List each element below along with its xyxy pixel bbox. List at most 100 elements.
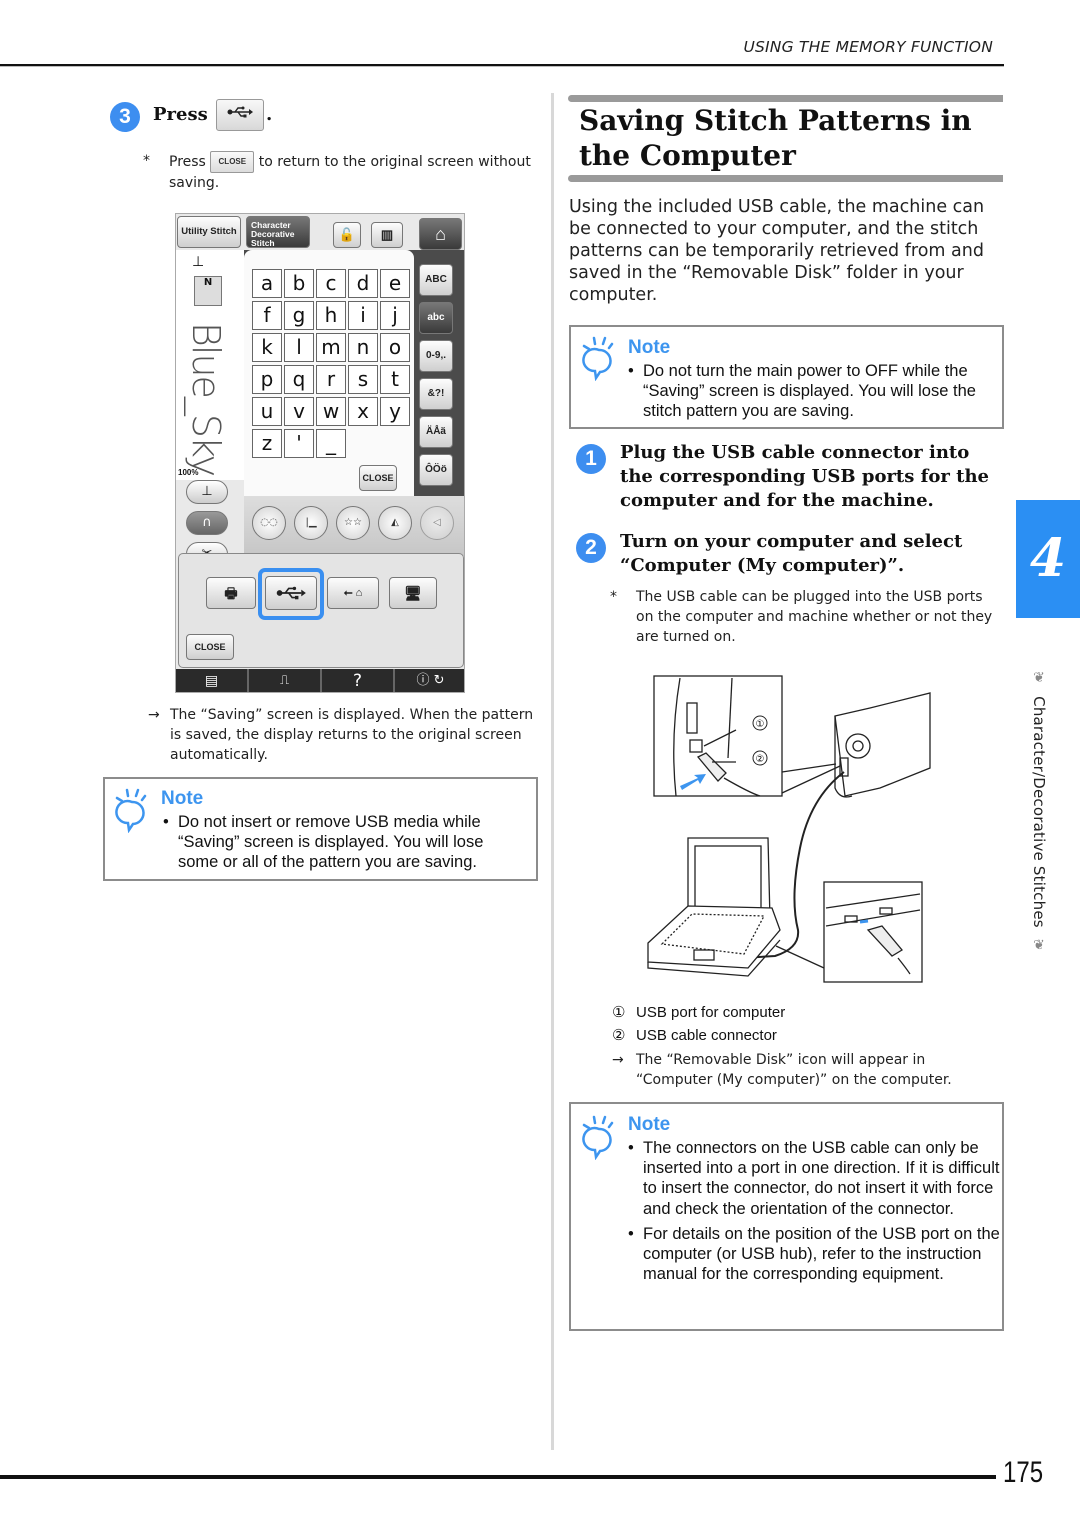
reverse-icon: ∩ bbox=[202, 515, 212, 530]
key-apostrophe[interactable]: ' bbox=[284, 429, 314, 458]
category-button-3[interactable]: &?! bbox=[419, 378, 453, 410]
key-v[interactable]: v bbox=[284, 397, 314, 426]
note-title: Note bbox=[161, 788, 204, 809]
key-a[interactable]: a bbox=[252, 269, 282, 298]
help-button[interactable]: ? bbox=[322, 669, 395, 692]
note-list: Do not insert or remove USB media while … bbox=[163, 812, 523, 878]
footer-rule bbox=[0, 1475, 996, 1479]
step-1-instruction: Plug the USB cable connector into the co… bbox=[620, 442, 989, 511]
key-u[interactable]: u bbox=[252, 397, 282, 426]
callout-1-label: ① bbox=[756, 719, 765, 730]
key-o[interactable]: o bbox=[380, 333, 410, 362]
edit-button-5[interactable]: ◁ bbox=[420, 506, 454, 540]
home-button[interactable]: ⌂ bbox=[419, 218, 462, 250]
pattern-preview: ⊥ N Blue_Sky bbox=[176, 250, 244, 480]
key-y[interactable]: y bbox=[380, 397, 410, 426]
step-3-tip: * Press CLOSE to return to the original … bbox=[143, 151, 543, 193]
computer-usb-icon: 🖥 bbox=[404, 585, 422, 601]
note-title: Note bbox=[628, 1114, 671, 1135]
legend-text: USB cable connector bbox=[636, 1027, 777, 1044]
note-item: Do not insert or remove USB media while … bbox=[163, 812, 523, 873]
machine-bottom-bar: ▤ ⎍ ? ⓘ ↻ bbox=[176, 669, 464, 692]
key-z[interactable]: z bbox=[252, 429, 282, 458]
book-icon: ▥ bbox=[380, 227, 394, 242]
edit-button-1[interactable]: ◌◌ bbox=[252, 506, 286, 540]
category-button-1[interactable]: abc bbox=[419, 302, 453, 334]
save-destination-popup: 🖶 ⭠ ⌂ 🖥 CLOSE bbox=[178, 553, 464, 668]
tab-utility-stitch[interactable]: Utility Stitch bbox=[177, 216, 241, 248]
step-3-label: Press bbox=[153, 104, 208, 125]
asterisk-mark: * bbox=[610, 589, 617, 605]
key-l[interactable]: l bbox=[284, 333, 314, 362]
note-box-connectors: Note The connectors on the USB cable can… bbox=[569, 1102, 1004, 1331]
key-d[interactable]: d bbox=[348, 269, 378, 298]
usb-save-button-inline bbox=[216, 99, 265, 131]
section-top-bar bbox=[568, 95, 1003, 102]
save-to-machine-button[interactable]: 🖶 bbox=[206, 577, 256, 609]
edit-button-3[interactable]: ☆☆ bbox=[336, 506, 370, 540]
lightbulb-note-icon bbox=[115, 788, 147, 833]
key-t[interactable]: t bbox=[380, 365, 410, 394]
lightbulb-note-icon bbox=[582, 336, 614, 381]
lightbulb-note-icon bbox=[582, 1115, 614, 1160]
zoom-label: 100% bbox=[178, 468, 199, 477]
step-2-instruction: Turn on your computer and select “Comput… bbox=[620, 531, 963, 576]
legend-text: USB port for computer bbox=[636, 1004, 786, 1021]
key-k[interactable]: k bbox=[252, 333, 282, 362]
legend-item: ① USB port for computer bbox=[612, 1001, 1002, 1024]
category-button-2[interactable]: 0-9,. bbox=[419, 340, 453, 372]
key-g[interactable]: g bbox=[284, 301, 314, 330]
note-list: The connectors on the USB cable can only… bbox=[628, 1138, 1000, 1289]
result-text: The “Saving” screen is displayed. When t… bbox=[170, 707, 534, 763]
save-to-usb-mouse-button[interactable]: ⭠ ⌂ bbox=[327, 577, 379, 609]
save-to-computer-button[interactable]: 🖥 bbox=[389, 577, 437, 609]
usb-icon bbox=[227, 106, 254, 118]
reverse-button[interactable]: ∩ bbox=[186, 511, 228, 535]
note-box-usb-media: Note Do not insert or remove USB media w… bbox=[103, 777, 538, 881]
chapter-title: Character/Decorative Stitches bbox=[1030, 696, 1048, 928]
header-rule bbox=[0, 64, 1004, 67]
settings-button[interactable]: ⓘ ↻ bbox=[395, 669, 464, 692]
page-button[interactable]: ▤ bbox=[176, 669, 249, 692]
step-2-tip: * The USB cable can be plugged into the … bbox=[610, 587, 1000, 647]
usb-connection-illustration: ① ② bbox=[647, 675, 931, 983]
lock-button[interactable]: 🔓 bbox=[333, 222, 361, 248]
page-icon: ▤ bbox=[204, 673, 219, 689]
presser-foot-button[interactable]: ⊥ bbox=[186, 480, 228, 504]
category-button-0[interactable]: ABC bbox=[419, 264, 453, 296]
note-title: Note bbox=[628, 337, 671, 358]
result-text: The “Removable Disk” icon will appear in… bbox=[636, 1052, 952, 1088]
key-b[interactable]: b bbox=[284, 269, 314, 298]
machine-button[interactable]: ⎍ bbox=[249, 669, 322, 692]
key-e[interactable]: e bbox=[380, 269, 410, 298]
key-p[interactable]: p bbox=[252, 365, 282, 394]
key-r[interactable]: r bbox=[316, 365, 346, 394]
chapter-tab[interactable]: 4 bbox=[1016, 500, 1080, 618]
key-j[interactable]: j bbox=[380, 301, 410, 330]
key-c[interactable]: c bbox=[316, 269, 346, 298]
key-w[interactable]: w bbox=[316, 397, 346, 426]
edit-button-2[interactable]: |▁ bbox=[294, 506, 328, 540]
save-to-usb-button[interactable] bbox=[265, 576, 317, 610]
close-button-inline: CLOSE bbox=[210, 151, 255, 173]
mirror-button[interactable]: ◭ bbox=[378, 506, 412, 540]
insert-arrow-icon-2 bbox=[859, 919, 869, 924]
key-q[interactable]: q bbox=[284, 365, 314, 394]
book-button[interactable]: ▥ bbox=[371, 222, 403, 248]
machine-memory-icon: 🖶 bbox=[224, 585, 238, 601]
category-button-5[interactable]: ÔÖö bbox=[419, 454, 453, 486]
note-list: Do not turn the main power to OFF while … bbox=[628, 361, 998, 427]
category-button-4[interactable]: ÄÅä bbox=[419, 416, 453, 448]
legend-mark: ① bbox=[612, 1004, 626, 1021]
key-i[interactable]: i bbox=[348, 301, 378, 330]
popup-close-button[interactable]: CLOSE bbox=[186, 634, 234, 660]
key-underscore[interactable]: _ bbox=[316, 429, 346, 458]
key-h[interactable]: h bbox=[316, 301, 346, 330]
keyboard-close-button[interactable]: CLOSE bbox=[359, 465, 397, 491]
key-x[interactable]: x bbox=[348, 397, 378, 426]
tab-character-decorative[interactable]: Character Decorative Stitch bbox=[246, 216, 310, 248]
key-f[interactable]: f bbox=[252, 301, 282, 330]
key-n[interactable]: n bbox=[348, 333, 378, 362]
key-s[interactable]: s bbox=[348, 365, 378, 394]
key-m[interactable]: m bbox=[316, 333, 346, 362]
